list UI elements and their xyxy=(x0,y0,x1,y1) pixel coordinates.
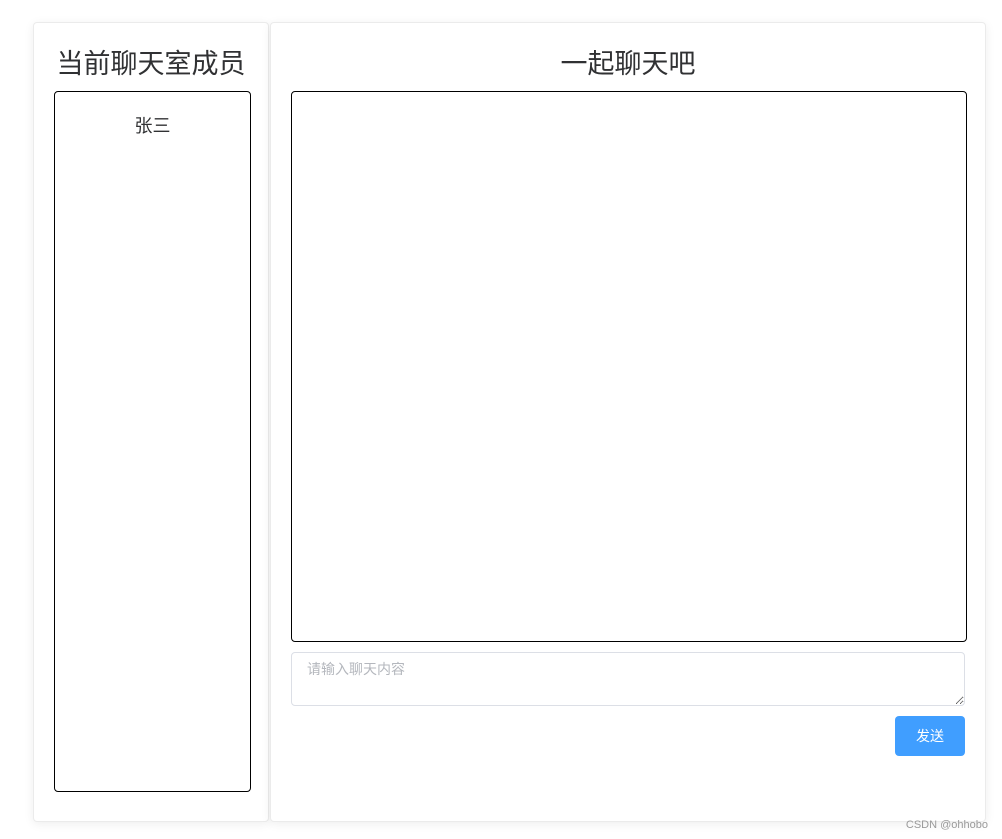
members-title: 当前聊天室成员 xyxy=(56,49,246,80)
chat-input[interactable] xyxy=(291,652,965,706)
page: 当前聊天室成员 张三 一起聊天吧 发送 CSDN @ohhobo xyxy=(0,0,1002,839)
chat-messages-area[interactable] xyxy=(291,91,967,642)
watermark: CSDN @ohhobo xyxy=(905,819,988,831)
chat-panel: 一起聊天吧 发送 xyxy=(270,22,986,822)
send-button[interactable]: 发送 xyxy=(895,716,965,756)
members-list: 张三 xyxy=(54,91,251,792)
members-panel: 当前聊天室成员 张三 xyxy=(33,22,269,822)
chat-title: 一起聊天吧 xyxy=(560,49,696,80)
member-item[interactable]: 张三 xyxy=(55,114,250,140)
